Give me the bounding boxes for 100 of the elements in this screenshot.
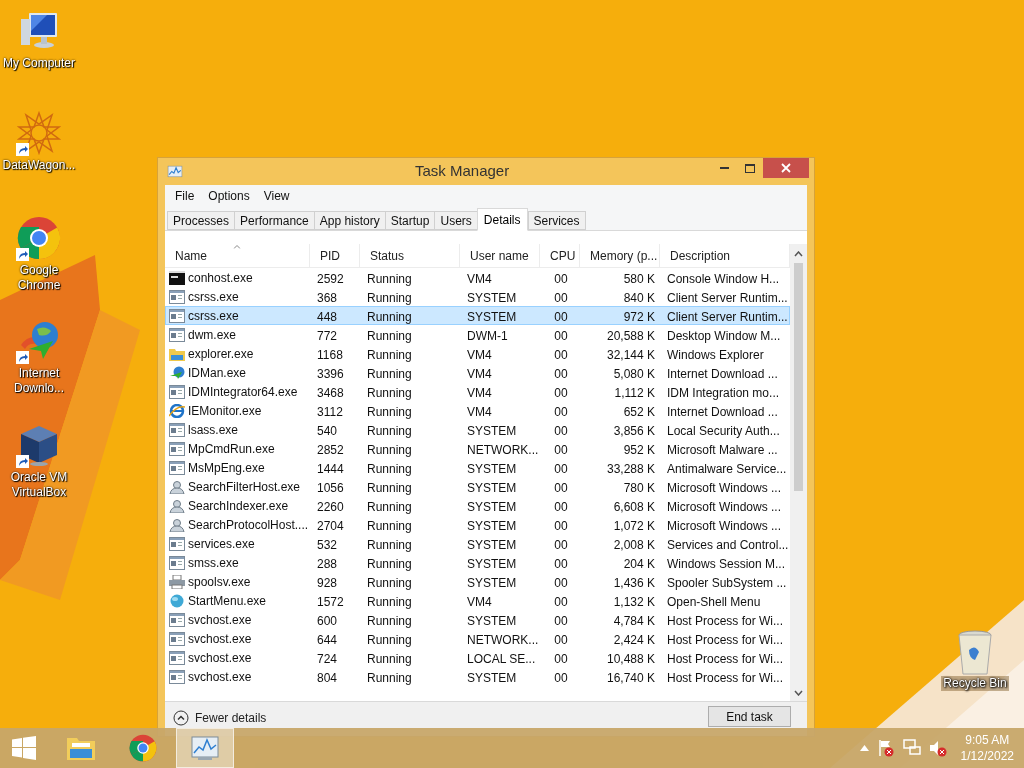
process-row[interactable]: conhost.exe 2592 Running VM4 00 580 K Console Window H... bbox=[165, 268, 790, 287]
application-icon bbox=[169, 441, 185, 456]
table-cell: 3,856 K bbox=[613, 423, 655, 438]
table-cell: 00 bbox=[554, 461, 568, 476]
window-title: Task Manager bbox=[415, 161, 510, 182]
column-header[interactable]: Memory (p... bbox=[580, 244, 660, 267]
table-cell: 540 bbox=[317, 423, 338, 438]
column-header[interactable]: User name bbox=[460, 244, 540, 267]
process-row[interactable]: svchost.exe 724 Running LOCAL SE... 00 10,488 K Host Process for Wi... bbox=[165, 648, 790, 667]
table-cell: 32,144 K bbox=[606, 347, 655, 362]
process-row[interactable]: SearchProtocolHost.... 2704 Running SYSTEM 00 1,072 K Microsoft Windows ... bbox=[165, 515, 790, 534]
process-row[interactable]: spoolsv.exe 928 Running SYSTEM 00 1,436 K Spooler SubSystem ... bbox=[165, 572, 790, 591]
table-cell-text: lsass.exe bbox=[188, 421, 239, 439]
table-cell: Microsoft Windows ... bbox=[667, 499, 782, 514]
scrollbar-thumb[interactable] bbox=[794, 263, 803, 491]
process-row[interactable]: MsMpEng.exe 1444 Running SYSTEM 00 33,288 K Antimalware Service... bbox=[165, 458, 790, 477]
table-cell: Running bbox=[367, 556, 412, 571]
menu-item[interactable]: File bbox=[169, 187, 201, 205]
table-cell: 6,608 K bbox=[613, 499, 655, 514]
shortcut-arrow-icon bbox=[16, 455, 29, 468]
network-icon[interactable] bbox=[902, 739, 921, 757]
application-icon bbox=[169, 536, 185, 551]
table-cell-text: spoolsv.exe bbox=[188, 573, 251, 591]
application-icon bbox=[169, 612, 185, 627]
table-cell: 00 bbox=[554, 309, 568, 324]
table-cell: 804 bbox=[317, 670, 338, 685]
console-icon bbox=[169, 270, 185, 285]
chrome-icon bbox=[17, 216, 61, 260]
table-cell-text: services.exe bbox=[188, 535, 255, 553]
process-row[interactable]: IDMan.exe 3396 Running VM4 00 5,080 K Internet Download ... bbox=[165, 363, 790, 382]
process-row[interactable]: SearchFilterHost.exe 1056 Running SYSTEM 00 780 K Microsoft Windows ... bbox=[165, 477, 790, 496]
taskbar-button[interactable] bbox=[176, 728, 234, 768]
process-row[interactable]: services.exe 532 Running SYSTEM 00 2,008 K Services and Control... bbox=[165, 534, 790, 553]
process-row[interactable]: svchost.exe 644 Running NETWORK... 00 2,424 K Host Process for Wi... bbox=[165, 629, 790, 648]
table-cell-text: MsMpEng.exe bbox=[188, 459, 265, 477]
column-header[interactable]: PID bbox=[310, 244, 360, 267]
folder-icon bbox=[66, 735, 96, 761]
tab[interactable]: Services bbox=[527, 211, 586, 230]
process-row[interactable]: csrss.exe 368 Running SYSTEM 00 840 K Client Server Runtim... bbox=[165, 287, 790, 306]
table-cell: Services and Control... bbox=[667, 537, 789, 552]
process-row[interactable]: svchost.exe 804 Running SYSTEM 00 16,740 K Host Process for Wi... bbox=[165, 667, 790, 686]
process-row[interactable]: dwm.exe 772 Running DWM-1 00 20,588 K Desktop Window M... bbox=[165, 325, 790, 344]
application-icon bbox=[169, 327, 185, 342]
process-row[interactable]: MpCmdRun.exe 2852 Running NETWORK... 00 952 K Microsoft Malware ... bbox=[165, 439, 790, 458]
table-cell: 16,740 K bbox=[606, 670, 655, 685]
table-cell: DWM-1 bbox=[467, 328, 508, 343]
chrome-icon bbox=[129, 734, 157, 762]
process-row[interactable]: StartMenu.exe 1572 Running VM4 00 1,132 K Open-Shell Menu bbox=[165, 591, 790, 610]
process-row[interactable]: smss.exe 288 Running SYSTEM 00 204 K Windows Session M... bbox=[165, 553, 790, 572]
process-row[interactable]: csrss.exe 448 Running SYSTEM 00 972 K Client Server Runtim... bbox=[165, 306, 790, 325]
table-cell: 1572 bbox=[317, 594, 344, 609]
table-cell: 1,112 K bbox=[614, 385, 655, 400]
process-row[interactable]: svchost.exe 600 Running SYSTEM 00 4,784 K Host Process for Wi... bbox=[165, 610, 790, 629]
flag-warning-icon[interactable] bbox=[876, 739, 895, 757]
close-button[interactable] bbox=[763, 158, 809, 178]
process-row[interactable]: lsass.exe 540 Running SYSTEM 00 3,856 K Local Security Auth... bbox=[165, 420, 790, 439]
process-row[interactable]: IEMonitor.exe 3112 Running VM4 00 652 K Internet Download ... bbox=[165, 401, 790, 420]
table-cell-text: SearchIndexer.exe bbox=[188, 497, 289, 515]
table-cell: 00 bbox=[554, 271, 568, 286]
table-cell: SYSTEM bbox=[467, 309, 517, 324]
tab[interactable]: Users bbox=[434, 211, 478, 230]
table-cell: 2,424 K bbox=[613, 632, 655, 647]
process-row[interactable]: IDMIntegrator64.exe 3468 Running VM4 00 1,112 K IDM Integration mo... bbox=[165, 382, 790, 401]
process-row[interactable]: SearchIndexer.exe 2260 Running SYSTEM 00 6,608 K Microsoft Windows ... bbox=[165, 496, 790, 515]
table-cell: Microsoft Windows ... bbox=[667, 480, 782, 495]
tab[interactable]: Processes bbox=[167, 211, 236, 230]
table-cell: 2704 bbox=[317, 518, 344, 533]
column-header[interactable]: Name bbox=[165, 244, 310, 267]
process-row[interactable]: explorer.exe 1168 Running VM4 00 32,144 K Windows Explorer bbox=[165, 344, 790, 363]
table-cell: Running bbox=[367, 442, 412, 457]
table-cell: Running bbox=[367, 385, 412, 400]
table-cell: 00 bbox=[554, 385, 568, 400]
column-header[interactable]: Status bbox=[360, 244, 460, 267]
column-header[interactable]: CPU bbox=[540, 244, 580, 267]
table-cell-text: svchost.exe bbox=[188, 668, 252, 686]
table-cell: 00 bbox=[554, 442, 568, 457]
tab[interactable]: Performance bbox=[234, 211, 315, 230]
tab[interactable]: Startup bbox=[384, 211, 436, 230]
menu-item[interactable]: Options bbox=[202, 187, 256, 205]
muted-speaker-icon[interactable] bbox=[928, 739, 947, 757]
table-cell: Running bbox=[367, 309, 412, 324]
scrollbar[interactable] bbox=[790, 244, 807, 701]
tab[interactable]: App history bbox=[313, 211, 386, 230]
table-cell: 2592 bbox=[317, 271, 344, 286]
table-cell: 00 bbox=[554, 556, 568, 571]
menu-item[interactable]: View bbox=[257, 187, 296, 205]
star-emblem-icon bbox=[17, 111, 61, 155]
table-cell: VM4 bbox=[467, 385, 492, 400]
table-cell: 780 K bbox=[623, 480, 655, 495]
table-cell: VM4 bbox=[467, 366, 492, 381]
show-hidden-icons-icon[interactable] bbox=[859, 745, 869, 751]
table-cell: Running bbox=[367, 347, 412, 362]
table-cell: Windows Session M... bbox=[667, 556, 786, 571]
table-cell: Internet Download ... bbox=[667, 404, 778, 419]
table-cell: 00 bbox=[554, 499, 568, 514]
tab[interactable]: Details bbox=[476, 208, 528, 231]
end-task-button[interactable]: End task bbox=[708, 706, 791, 727]
table-cell: Host Process for Wi... bbox=[667, 613, 784, 628]
fewer-details-button[interactable]: Fewer details bbox=[173, 709, 267, 727]
table-cell: 652 K bbox=[623, 404, 655, 419]
